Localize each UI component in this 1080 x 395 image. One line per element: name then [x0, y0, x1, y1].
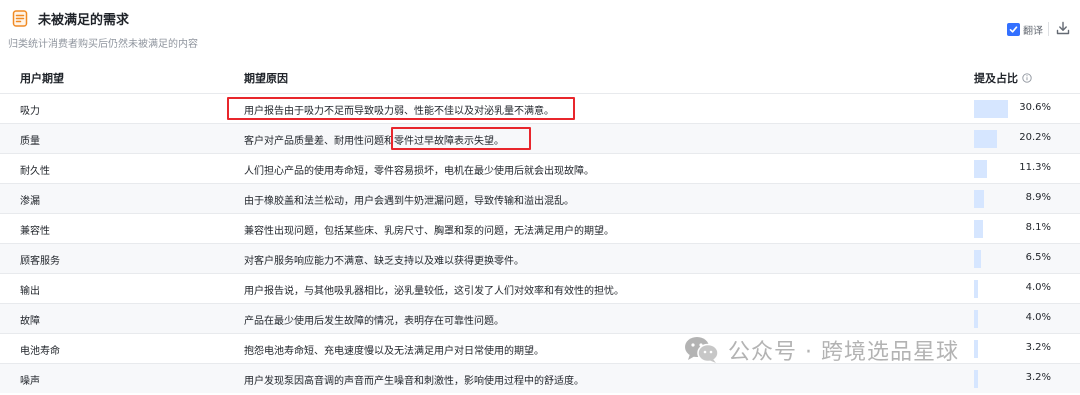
- section-title: 未被满足的需求: [38, 13, 130, 28]
- watermark: 公众号 · 跨境选品星球: [684, 334, 959, 366]
- share-bar: [974, 190, 984, 208]
- share-bar: [974, 370, 978, 388]
- check-icon: [1009, 25, 1018, 33]
- share-bar: [974, 310, 978, 328]
- share-bar: [974, 250, 981, 268]
- cell-share: 4.0%: [1025, 282, 1051, 293]
- section-subtitle: 归类统计消费者购买后仍然未被满足的内容: [8, 39, 198, 50]
- download-icon[interactable]: [1055, 20, 1071, 36]
- document-icon: [12, 10, 28, 27]
- table-row[interactable]: 兼容性 兼容性出现问题，包括某些床、乳房尺寸、胸罩和泵的问题，无法满足用户的期望。…: [0, 213, 1080, 243]
- cell-expectation: 兼容性: [20, 226, 50, 237]
- column-header-reason: 期望原因: [244, 72, 288, 85]
- cell-reason: 兼容性出现问题，包括某些床、乳房尺寸、胸罩和泵的问题，无法满足用户的期望。: [244, 226, 614, 237]
- cell-share: 20.2%: [1019, 132, 1051, 143]
- table-row[interactable]: 顾客服务 对客户服务响应能力不满意、缺乏支持以及难以获得更换零件。 6.5%: [0, 243, 1080, 273]
- cell-expectation: 耐久性: [20, 166, 50, 177]
- cell-expectation: 渗漏: [20, 196, 40, 207]
- cell-reason: 用户报告说，与其他吸乳器相比，泌乳量较低，这引发了人们对效率和有效性的担忧。: [244, 286, 624, 297]
- cell-share: 4.0%: [1025, 312, 1051, 323]
- translate-checkbox[interactable]: [1007, 22, 1020, 36]
- cell-expectation: 顾客服务: [20, 256, 60, 267]
- share-bar: [974, 160, 987, 178]
- table-row[interactable]: 故障 产品在最少使用后发生故障的情况，表明存在可靠性问题。 4.0%: [0, 303, 1080, 333]
- cell-share: 3.2%: [1025, 372, 1051, 383]
- share-bar: [974, 220, 983, 238]
- cell-reason: 用户发现泵因高音调的声音而产生噪音和刺激性，影响使用过程中的舒适度。: [244, 376, 584, 387]
- share-bar: [974, 130, 997, 148]
- cell-reason: 产品在最少使用后发生故障的情况，表明存在可靠性问题。: [244, 316, 504, 327]
- cell-share: 8.1%: [1025, 222, 1051, 233]
- share-bar: [974, 340, 978, 358]
- table-header: 用户期望 期望原因 提及占比: [0, 61, 1080, 93]
- cell-expectation: 噪声: [20, 376, 40, 387]
- cell-expectation: 吸力: [20, 106, 40, 117]
- translate-label: 翻译: [1023, 25, 1043, 37]
- watermark-text: 公众号 · 跨境选品星球: [728, 340, 959, 365]
- share-bar: [974, 100, 1008, 118]
- cell-share: 30.6%: [1019, 102, 1051, 113]
- highlight-box: [227, 97, 575, 120]
- cell-reason: 抱怨电池寿命短、充电速度慢以及无法满足用户对日常使用的期望。: [244, 346, 544, 357]
- wechat-icon: [685, 337, 719, 363]
- cell-expectation: 电池寿命: [20, 346, 60, 357]
- cell-share: 8.9%: [1025, 192, 1051, 203]
- table-row[interactable]: 耐久性 人们担心产品的使用寿命短，零件容易损坏，电机在最少使用后就会出现故障。 11…: [0, 153, 1080, 183]
- table-row[interactable]: 输出 用户报告说，与其他吸乳器相比，泌乳量较低，这引发了人们对效率和有效性的担忧。…: [0, 273, 1080, 303]
- cell-share: 11.3%: [1019, 162, 1051, 173]
- column-header-share-label: 提及占比: [974, 72, 1018, 85]
- cell-share: 6.5%: [1025, 252, 1051, 263]
- section-header: 未被满足的需求 归类统计消费者购买后仍然未被满足的内容 翻译: [0, 0, 1080, 60]
- cell-expectation: 质量: [20, 136, 40, 147]
- cell-expectation: 输出: [20, 286, 40, 297]
- info-icon[interactable]: [1022, 73, 1032, 83]
- cell-share: 3.2%: [1025, 342, 1051, 353]
- column-header-share[interactable]: 提及占比: [974, 70, 1032, 86]
- highlight-box: [391, 127, 531, 150]
- toolbar-divider: [1048, 22, 1049, 36]
- cell-expectation: 故障: [20, 316, 40, 327]
- cell-reason: 由于橡胶盖和法兰松动，用户会遇到牛奶泄漏问题，导致传输和溢出混乱。: [244, 196, 574, 207]
- cell-reason: 人们担心产品的使用寿命短，零件容易损坏，电机在最少使用后就会出现故障。: [244, 166, 594, 177]
- column-header-expectation: 用户期望: [20, 72, 64, 85]
- share-bar: [974, 280, 978, 298]
- translate-toggle[interactable]: 翻译: [1007, 21, 1043, 37]
- table-row[interactable]: 噪声 用户发现泵因高音调的声音而产生噪音和刺激性，影响使用过程中的舒适度。 3.2%: [0, 363, 1080, 393]
- cell-reason: 对客户服务响应能力不满意、缺乏支持以及难以获得更换零件。: [244, 256, 524, 267]
- table-row[interactable]: 质量 客户对产品质量差、耐用性问题和零件过早故障表示失望。 20.2%: [0, 123, 1080, 153]
- table-row[interactable]: 渗漏 由于橡胶盖和法兰松动，用户会遇到牛奶泄漏问题，导致传输和溢出混乱。 8.9%: [0, 183, 1080, 213]
